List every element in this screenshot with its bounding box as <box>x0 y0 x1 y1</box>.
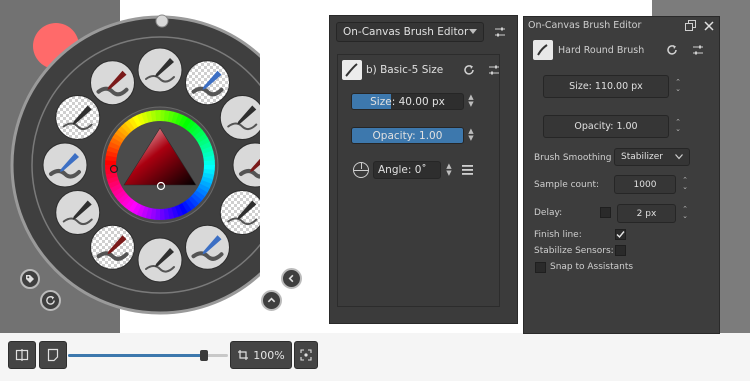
angle-spin[interactable]: ▲ ▼ <box>444 163 454 177</box>
mirror-view-button[interactable] <box>8 341 36 369</box>
brush-slot-pencil-light[interactable] <box>90 60 135 106</box>
stabilize-sensors-label: Stabilize Sensors: <box>534 246 614 256</box>
size-spin[interactable]: ▲ ▼ <box>466 94 476 108</box>
brush-slot-chalk[interactable] <box>55 95 101 140</box>
brush-icon <box>537 44 548 56</box>
finish-line-label: Finish line: <box>534 230 582 240</box>
zoom-slider-fill <box>68 354 204 357</box>
sample-count-value: 1000 <box>633 179 657 190</box>
clear-history-button[interactable] <box>40 290 61 311</box>
chevron-left-icon <box>288 274 294 283</box>
bottom-toolbar <box>0 333 750 381</box>
opacity-field-b[interactable]: Opacity: 1.00 <box>543 115 669 138</box>
preset-settings-icon[interactable] <box>692 44 704 56</box>
angle-dial[interactable] <box>353 162 369 178</box>
brush-slot-pencil-sketch[interactable] <box>137 237 183 283</box>
angle-field[interactable]: Angle: 0˚ <box>373 161 441 179</box>
preset-thumbnail <box>342 60 362 80</box>
docker-select-value: On-Canvas Brush Editor <box>343 26 469 38</box>
delay-label: Delay: <box>534 208 563 218</box>
chevron-down-icon <box>675 154 683 160</box>
tag-icon <box>26 275 34 283</box>
preset-name: b) Basic-5 Size <box>366 64 444 76</box>
brush-slot-pencil-soft[interactable] <box>90 224 135 270</box>
opacity-value-b: Opacity: 1.00 <box>574 121 638 132</box>
reload-preset-icon[interactable] <box>666 44 678 56</box>
mirror-icon <box>15 349 29 361</box>
size-slider-text: Size: 40.00 px <box>370 95 445 108</box>
preset-name-b: Hard Round Brush <box>558 45 645 56</box>
snap-label: Snap to Assistants <box>550 262 634 272</box>
rotate-handle[interactable] <box>155 14 169 28</box>
preset-thumbnail-b <box>533 40 553 60</box>
brush-slot-airbrush[interactable] <box>185 224 230 270</box>
size-slider[interactable]: Size: 40.00 px <box>351 93 464 110</box>
angle-value: Angle: 0˚ <box>378 164 427 176</box>
delay-spin[interactable]: ⌃ ⌄ <box>680 206 690 220</box>
chevron-up-icon <box>267 297 276 303</box>
docker-settings-icon[interactable] <box>494 26 506 38</box>
preset-settings-icon[interactable] <box>488 64 500 76</box>
delay-field[interactable]: 2 px <box>617 204 676 223</box>
smoothing-label: Brush Smoothing : <box>534 153 618 163</box>
menu-icon[interactable] <box>462 165 473 175</box>
brush-slot-fill-blob[interactable] <box>219 190 260 235</box>
brush-slot-ink-pen[interactable] <box>137 47 183 93</box>
stabilize-sensors-checkbox[interactable] <box>615 245 626 256</box>
checkmark-icon <box>616 231 625 239</box>
crop-icon <box>238 350 249 360</box>
chevron-down-icon <box>469 29 477 34</box>
floating-title: On-Canvas Brush Editor <box>528 20 642 31</box>
brush-slot-basic-ink[interactable] <box>55 190 101 235</box>
float-icon[interactable] <box>685 20 696 31</box>
refresh-icon <box>46 295 55 305</box>
brush-slot-eraser-small[interactable] <box>185 60 230 106</box>
sample-count-field[interactable]: 1000 <box>614 175 676 194</box>
expand-left-button[interactable] <box>281 268 302 289</box>
smoothing-value: Stabilizer <box>621 152 663 162</box>
size-field-b[interactable]: Size: 110.00 px <box>543 75 669 98</box>
brush-slot-marker[interactable] <box>219 95 260 140</box>
brush-icon <box>345 63 358 77</box>
opacity-slider-text: Opacity: 1.00 <box>372 129 443 142</box>
size-value-b: Size: 110.00 px <box>569 81 643 92</box>
smoothing-select[interactable]: Stabilizer <box>614 148 690 166</box>
zoom-slider[interactable] <box>68 350 228 361</box>
sample-count-label: Sample count: <box>534 180 600 190</box>
docker-select[interactable]: On-Canvas Brush Editor <box>336 22 484 42</box>
opacity-spin-b[interactable]: ⌃ ⌄ <box>673 119 683 133</box>
snap-checkbox[interactable] <box>535 262 546 273</box>
delay-checkbox[interactable] <box>600 207 611 218</box>
tag-button[interactable] <box>20 269 40 289</box>
expand-up-button[interactable] <box>261 290 282 311</box>
zoom-value: 100% <box>253 348 285 362</box>
sample-count-spin[interactable]: ⌃ ⌄ <box>680 177 690 191</box>
close-icon[interactable] <box>704 21 714 31</box>
canvas-only-button[interactable] <box>39 341 67 369</box>
zoom-to-fit-button[interactable]: 100% <box>230 341 292 369</box>
finish-line-checkbox[interactable] <box>615 229 626 240</box>
fit-view-button[interactable] <box>294 341 318 369</box>
docker-inner <box>337 54 500 307</box>
brush-slot-basic-pencil[interactable] <box>42 142 88 188</box>
opacity-spin[interactable]: ▲ ▼ <box>466 128 476 142</box>
zoom-slider-handle[interactable] <box>200 350 208 361</box>
delay-value: 2 px <box>636 208 657 219</box>
opacity-slider[interactable]: Opacity: 1.00 <box>351 127 464 144</box>
document-icon <box>47 348 59 362</box>
size-spin-b[interactable]: ⌃ ⌄ <box>673 79 683 93</box>
focus-icon <box>300 349 312 361</box>
reload-preset-icon[interactable] <box>463 64 475 76</box>
